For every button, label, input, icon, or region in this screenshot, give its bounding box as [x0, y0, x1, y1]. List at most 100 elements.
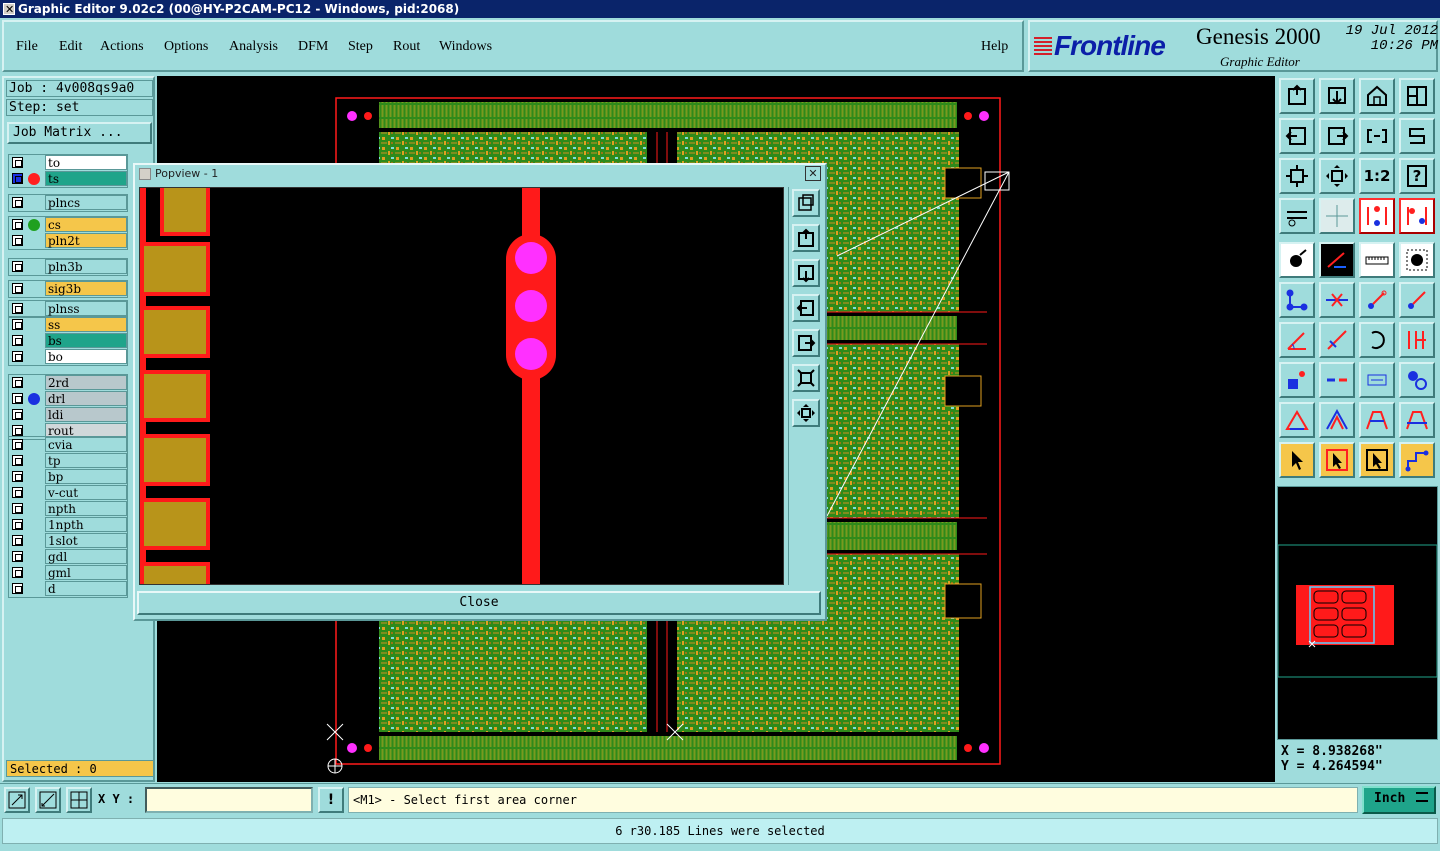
layer-checkbox[interactable] — [12, 535, 23, 546]
pv-zoom-up-icon[interactable] — [792, 224, 820, 252]
layer-checkbox[interactable] — [12, 157, 23, 168]
slope-icon[interactable] — [1319, 322, 1355, 358]
layer-checkbox[interactable] — [12, 219, 23, 230]
layer-checkbox[interactable] — [12, 487, 23, 498]
layer-color-icon[interactable] — [28, 393, 40, 405]
pv-fit-icon[interactable] — [792, 364, 820, 392]
layer-name[interactable]: 2rd — [45, 375, 127, 390]
layer-name[interactable]: 1slot — [45, 533, 127, 548]
layer-checkbox[interactable] — [12, 335, 23, 346]
layer-checkbox[interactable] — [12, 393, 23, 404]
layer-row[interactable]: ts — [9, 171, 127, 187]
window-split-icon[interactable] — [1399, 78, 1435, 114]
layer-name[interactable]: drl — [45, 391, 127, 406]
ratio-button[interactable]: 1:2 — [1359, 158, 1395, 194]
menu-help[interactable]: Help — [981, 39, 1008, 55]
arc-icon[interactable] — [1359, 322, 1395, 358]
layer-name[interactable]: plnss — [45, 301, 127, 316]
layer-checkbox[interactable] — [12, 551, 23, 562]
layer-row[interactable]: ldi — [9, 407, 127, 423]
layer-color-icon[interactable] — [28, 219, 40, 231]
layer-name[interactable]: d — [45, 581, 127, 596]
layer-checkbox[interactable] — [12, 583, 23, 594]
layer-name[interactable]: cvia — [45, 437, 127, 452]
pv-zoom-down-icon[interactable] — [792, 259, 820, 287]
triangle-c-icon[interactable] — [1359, 402, 1395, 438]
layer-row[interactable]: 2rd — [9, 375, 127, 391]
layer-row[interactable]: gdl — [9, 549, 127, 565]
extend-icon[interactable] — [1399, 282, 1435, 318]
layer-checkbox[interactable] — [12, 455, 23, 466]
menu-dfm[interactable]: DFM — [298, 39, 328, 55]
cut-line-icon[interactable] — [1319, 282, 1355, 318]
zoom-down-icon[interactable] — [1319, 78, 1355, 114]
layer-checkbox[interactable] — [12, 235, 23, 246]
layer-checkbox[interactable] — [12, 261, 23, 272]
menu-windows[interactable]: Windows — [439, 39, 492, 55]
grid-icon[interactable] — [1319, 198, 1355, 234]
layer-row[interactable]: ss — [9, 317, 127, 333]
layer-checkbox[interactable] — [12, 567, 23, 578]
move-pad-icon[interactable] — [1359, 282, 1395, 318]
popview-close-button[interactable]: Close — [137, 591, 821, 615]
snap-on-icon[interactable] — [1359, 198, 1395, 234]
select-area-icon[interactable] — [1399, 242, 1435, 278]
layer-color-icon[interactable] — [28, 173, 40, 185]
zoom-window-icon[interactable] — [4, 787, 30, 813]
triangle-d-icon[interactable] — [1399, 402, 1435, 438]
layer-checkbox[interactable] — [12, 319, 23, 330]
connect-icon[interactable] — [1279, 282, 1315, 318]
zoom-fit-icon[interactable] — [1279, 158, 1315, 194]
layer-checkbox[interactable] — [12, 425, 23, 436]
query-button[interactable]: ? — [1399, 158, 1435, 194]
layer-name[interactable]: ldi — [45, 407, 127, 422]
pan-right-icon[interactable] — [1319, 118, 1355, 154]
measure-tools-icon[interactable] — [1279, 198, 1315, 234]
layer-row[interactable]: plncs — [9, 195, 127, 211]
layer-checkbox[interactable] — [12, 439, 23, 450]
pointer-icon[interactable] — [1279, 442, 1315, 478]
layer-checkbox[interactable] — [12, 519, 23, 530]
layer-row[interactable]: bs — [9, 333, 127, 349]
layer-name[interactable]: tp — [45, 453, 127, 468]
layer-name[interactable]: bs — [45, 333, 127, 348]
layer-row[interactable]: cvia — [9, 437, 127, 453]
unit-selector[interactable]: Inch — [1362, 786, 1436, 814]
pan-left-icon[interactable] — [1279, 118, 1315, 154]
add-line-icon[interactable] — [1319, 242, 1355, 278]
menu-options[interactable]: Options — [164, 39, 208, 55]
layer-name[interactable]: v-cut — [45, 485, 127, 500]
measure-icon[interactable] — [35, 787, 61, 813]
alert-button[interactable]: ! — [318, 787, 344, 813]
layer-row[interactable]: pln2t — [9, 233, 127, 249]
layer-checkbox[interactable] — [12, 303, 23, 314]
layer-row[interactable]: bp — [9, 469, 127, 485]
layer-name[interactable]: gdl — [45, 549, 127, 564]
layer-row[interactable]: pln3b — [9, 259, 127, 275]
angle-icon[interactable] — [1279, 322, 1315, 358]
layer-name[interactable]: ts — [45, 171, 127, 186]
layer-name[interactable]: to — [45, 155, 127, 170]
layer-checkbox[interactable] — [12, 283, 23, 294]
snap-alt-icon[interactable] — [1399, 198, 1435, 234]
layer-row[interactable]: v-cut — [9, 485, 127, 501]
group-icon[interactable] — [1399, 362, 1435, 398]
menu-file[interactable]: File — [16, 39, 38, 55]
overview-map[interactable] — [1277, 486, 1438, 740]
snap-grid-icon[interactable] — [66, 787, 92, 813]
layer-checkbox[interactable] — [12, 409, 23, 420]
pv-pan-left-icon[interactable] — [792, 294, 820, 322]
popview-canvas[interactable] — [139, 187, 784, 585]
layer-name[interactable]: 1npth — [45, 517, 127, 532]
menu-step[interactable]: Step — [348, 39, 373, 55]
layer-checkbox[interactable] — [12, 173, 23, 184]
layer-checkbox[interactable] — [12, 503, 23, 514]
pv-center-icon[interactable] — [792, 399, 820, 427]
layer-row[interactable]: npth — [9, 501, 127, 517]
popview-titlebar[interactable]: Popview - 1 ✕ — [135, 165, 825, 183]
layer-name[interactable]: pln2t — [45, 233, 127, 248]
dimension-icon[interactable] — [1359, 362, 1395, 398]
menu-rout[interactable]: Rout — [393, 39, 420, 55]
pv-zoom-in-icon[interactable] — [792, 189, 820, 217]
layer-row[interactable]: tp — [9, 453, 127, 469]
